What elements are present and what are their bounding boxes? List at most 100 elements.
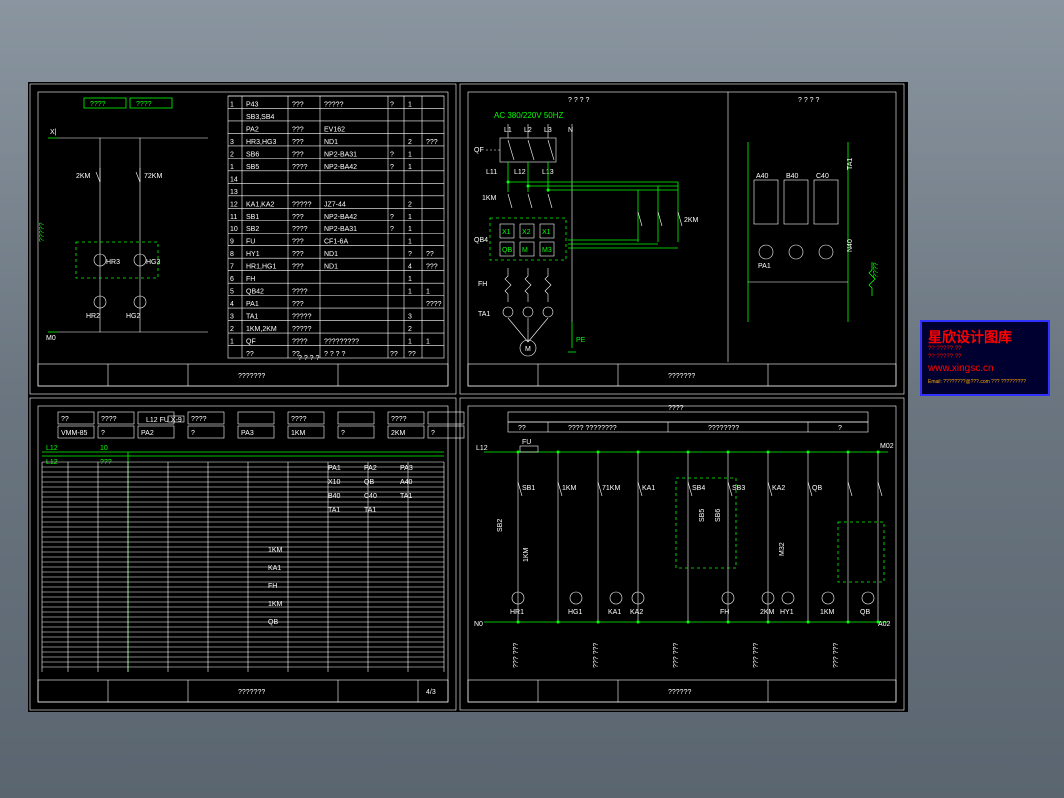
svg-text:HR1,HG1: HR1,HG1 [246, 264, 276, 271]
svg-text:X1: X1 [542, 229, 551, 236]
tr-sec1: ? ? ? ? [568, 97, 590, 104]
svg-text:???: ??? [292, 301, 304, 308]
svg-text:????: ???? [292, 226, 308, 233]
svg-text:2: 2 [408, 139, 412, 146]
tr-ac: AC 380/220V 50HZ [494, 111, 563, 120]
svg-text:???: ??? [292, 139, 304, 146]
svg-text:?: ? [431, 430, 435, 437]
svg-text:FH: FH [246, 276, 255, 283]
svg-text:PA1: PA1 [328, 465, 341, 472]
svg-text:3: 3 [230, 139, 234, 146]
svg-text:????: ???? [101, 416, 117, 423]
svg-text:1: 1 [426, 339, 430, 346]
panel-top-right: ? ? ? ? ? ? ? ? AC 380/220V 50HZ L1 L2 L… [460, 84, 904, 394]
svg-text:JZ7-44: JZ7-44 [324, 201, 346, 208]
tr-qb4: QB4 [474, 237, 488, 244]
tl-hdr1: ???? [90, 101, 106, 108]
svg-text:QB: QB [860, 609, 870, 616]
cad-viewport[interactable]: ???? ???? X| M0 2KM 72KM ????? HR3 HG3 H… [28, 82, 908, 712]
svg-text:EV162: EV162 [324, 126, 345, 133]
svg-text:M: M [522, 247, 528, 254]
svg-text:4: 4 [230, 301, 234, 308]
svg-text:NP2-BA42: NP2-BA42 [324, 214, 357, 221]
tr-sec2: ? ? ? ? [798, 97, 820, 104]
bom-footer: ? ? ? ? [298, 355, 320, 362]
svg-text:????: ???? [291, 416, 307, 423]
svg-text:??? ???: ??? ??? [833, 643, 840, 668]
svg-text:8: 8 [230, 251, 234, 258]
svg-text:??: ?? [390, 351, 398, 358]
svg-text:1: 1 [408, 239, 412, 246]
svg-text:5: 5 [230, 289, 234, 296]
svg-text:10: 10 [230, 226, 238, 233]
svg-text:SB3,SB4: SB3,SB4 [246, 114, 275, 121]
svg-text:3: 3 [230, 314, 234, 321]
svg-text:SB2: SB2 [246, 226, 259, 233]
tr-1km: 1KM [482, 195, 497, 202]
tl-hg2: HG2 [126, 313, 141, 320]
svg-text:??? ???: ??? ??? [753, 643, 760, 668]
svg-text:ND1: ND1 [324, 264, 338, 271]
svg-text:14: 14 [230, 176, 238, 183]
svg-text:?: ? [191, 430, 195, 437]
svg-text:?: ? [390, 151, 394, 158]
svg-text:SB5: SB5 [246, 164, 259, 171]
svg-text:???? ????????: ???? ???????? [568, 425, 617, 432]
svg-text:1: 1 [408, 226, 412, 233]
svg-text:PA2: PA2 [364, 465, 377, 472]
svg-text:QB42: QB42 [246, 289, 264, 296]
svg-text:TA1: TA1 [364, 507, 376, 514]
svg-text:2: 2 [230, 151, 234, 158]
svg-text:KA1: KA1 [268, 565, 281, 572]
watermark-box: 星欣设计图库 ?? ????? ?? ?? ????? ?? www.xings… [920, 320, 1050, 396]
svg-text:????????: ???????? [708, 425, 739, 432]
svg-text:HY1: HY1 [246, 251, 260, 258]
svg-text:????: ???? [391, 416, 407, 423]
svg-text:PA3: PA3 [400, 465, 413, 472]
svg-text:KA1,KA2: KA1,KA2 [246, 201, 275, 208]
br-titleblock: ?????? [668, 689, 691, 696]
watermark-url: www.xingsc.cn [928, 362, 1042, 375]
svg-text:?????: ????? [292, 314, 312, 321]
svg-text:L1: L1 [504, 127, 512, 134]
svg-text:PA2: PA2 [141, 430, 154, 437]
svg-text:?: ? [341, 430, 345, 437]
tl-hr2: HR2 [86, 313, 100, 320]
svg-text:?: ? [838, 425, 842, 432]
tr-2km: 2KM [684, 217, 699, 224]
svg-text:13: 13 [230, 189, 238, 196]
svg-text:2: 2 [230, 326, 234, 333]
svg-text:FH: FH [720, 609, 729, 616]
panel-bottom-left: ??VMM-85?????PA2?????PA3????1KM?????2KM?… [30, 398, 464, 710]
svg-text:???: ??? [100, 459, 112, 466]
svg-text:QB: QB [502, 247, 512, 254]
svg-text:X1: X1 [502, 229, 511, 236]
svg-text:PA1: PA1 [246, 301, 259, 308]
svg-text:L12: L12 [46, 459, 58, 466]
svg-text:L11: L11 [486, 169, 497, 176]
svg-text:QB: QB [812, 485, 822, 492]
tr-titleblock: ??????? [668, 373, 695, 380]
tr-fh: FH [478, 281, 487, 288]
svg-text:ND1: ND1 [324, 139, 338, 146]
svg-text:7: 7 [230, 264, 234, 271]
tl-side: ????? [39, 222, 46, 242]
svg-text:TA1: TA1 [400, 493, 412, 500]
svg-text:????: ???? [873, 262, 880, 278]
bom-table: 1P43?????????1SB3,SB4PA2???EV1623HR3,HG3… [228, 96, 444, 358]
svg-text:KA2: KA2 [772, 485, 785, 492]
bl-pagenum: 4/3 [426, 689, 436, 696]
svg-text:????: ???? [292, 164, 308, 171]
watermark-title: 星欣设计图库 [928, 328, 1042, 346]
svg-text:1KM: 1KM [562, 485, 577, 492]
panel-top-left: ???? ???? X| M0 2KM 72KM ????? HR3 HG3 H… [30, 84, 456, 394]
svg-text:L3: L3 [544, 127, 552, 134]
svg-text:??: ?? [61, 416, 69, 423]
svg-text:NP2-BA31: NP2-BA31 [324, 151, 357, 158]
svg-text:???: ??? [292, 126, 304, 133]
svg-text:?: ? [408, 251, 412, 258]
svg-text:???: ??? [292, 101, 304, 108]
svg-text:12: 12 [230, 201, 238, 208]
svg-text:NP2-BA31: NP2-BA31 [324, 226, 357, 233]
svg-text:?????????: ????????? [324, 339, 359, 346]
